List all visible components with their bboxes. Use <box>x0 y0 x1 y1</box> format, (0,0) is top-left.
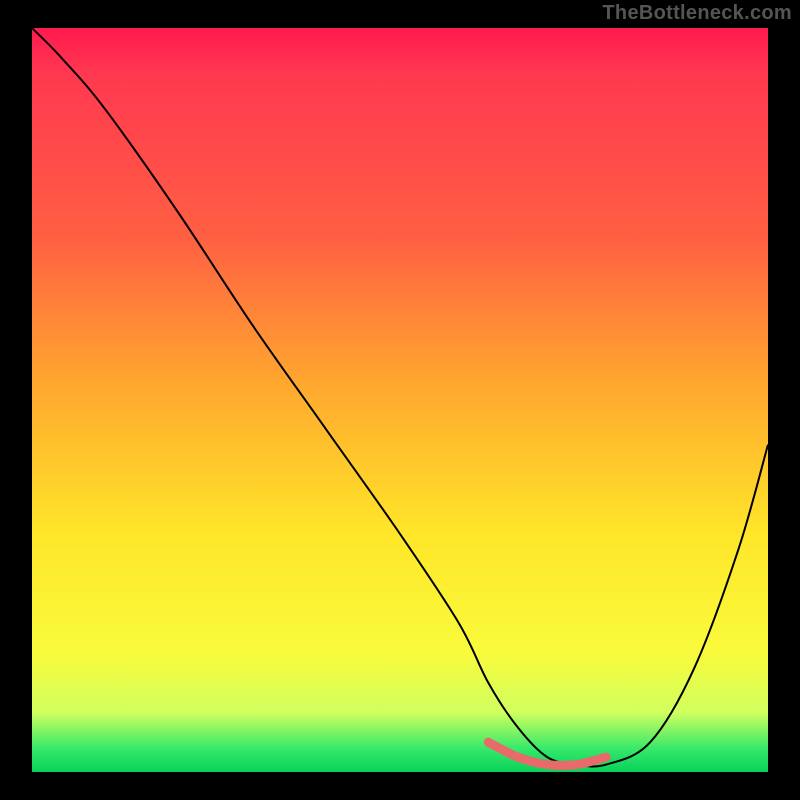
plot-area <box>32 28 768 772</box>
curve-layer <box>32 28 768 772</box>
min-highlight <box>488 742 606 765</box>
watermark-text: TheBottleneck.com <box>602 2 792 25</box>
bottleneck-curve <box>32 28 768 767</box>
chart-frame: TheBottleneck.com <box>0 0 800 800</box>
